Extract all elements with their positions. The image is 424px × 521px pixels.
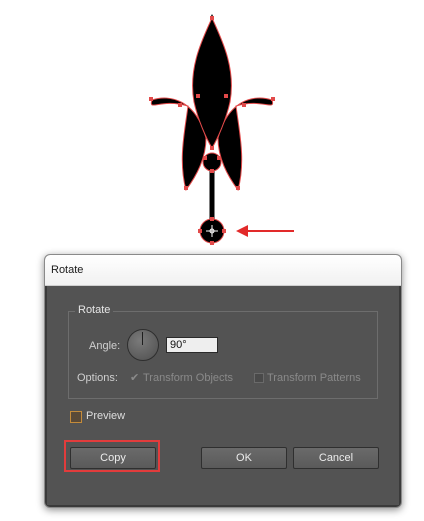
preview-checkbox[interactable] [70, 411, 82, 423]
rotate-group: Rotate Angle: Options: ✔ Transform Objec… [68, 304, 378, 399]
transform-patterns-label[interactable]: Transform Patterns [267, 372, 361, 384]
preview-label[interactable]: Preview [86, 410, 125, 422]
rotate-dialog: Rotate Rotate Angle: Options: ✔ Transfor… [44, 254, 402, 508]
transform-objects-label[interactable]: Transform Objects [143, 372, 233, 384]
cancel-button[interactable]: Cancel [293, 447, 379, 469]
dialog-content: Rotate Angle: Options: ✔ Transform Objec… [47, 286, 399, 505]
checkmark-icon[interactable]: ✔ [130, 373, 140, 384]
arrow-ornament-artwork[interactable] [149, 14, 275, 245]
dialog-title: Rotate [51, 264, 84, 276]
angle-label: Angle: [89, 340, 121, 352]
options-label: Options: [77, 372, 118, 384]
title-bar[interactable]: Rotate [45, 255, 401, 286]
transform-patterns-checkbox[interactable] [254, 373, 264, 383]
red-arrow-icon [236, 225, 294, 237]
copy-button[interactable]: Copy [70, 447, 156, 469]
angle-dial-icon[interactable] [127, 329, 159, 361]
rotate-group-legend: Rotate [75, 304, 114, 316]
artwork-canvas [149, 14, 294, 245]
angle-input[interactable] [166, 337, 218, 353]
ok-button[interactable]: OK [201, 447, 287, 469]
